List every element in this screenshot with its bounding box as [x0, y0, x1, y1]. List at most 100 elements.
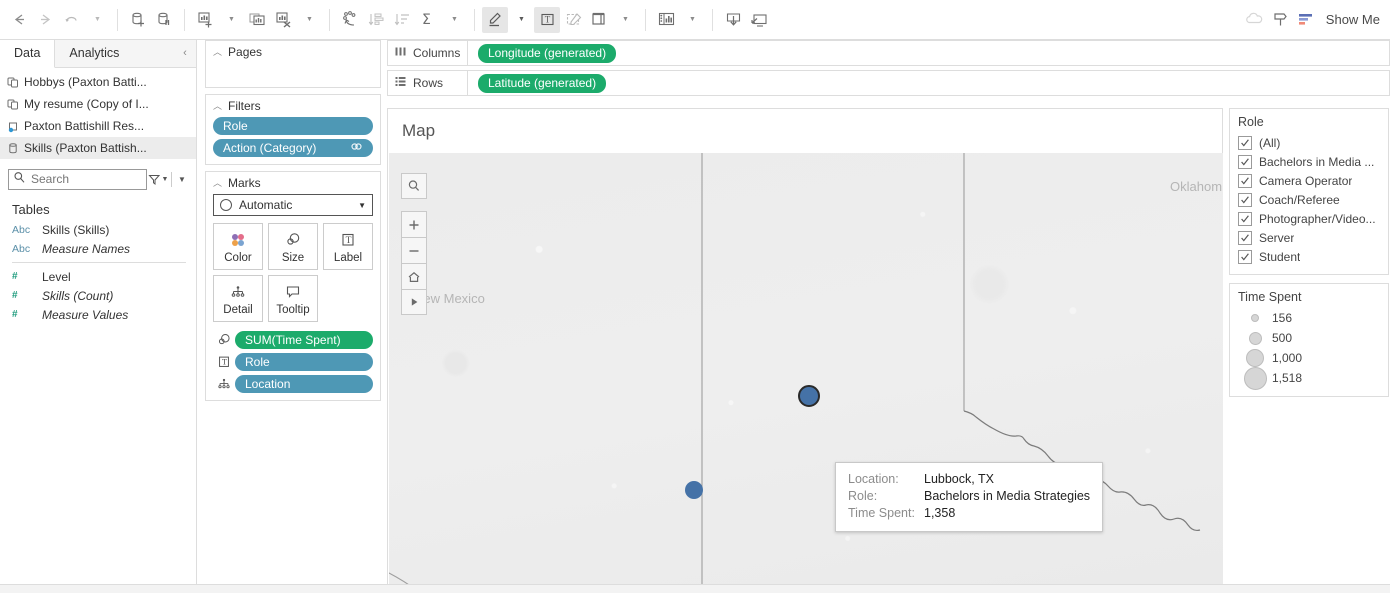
mark-type-select[interactable]: Automatic ▼	[213, 194, 373, 216]
chevron-down-icon[interactable]: ▼	[358, 201, 366, 210]
chevron-up-icon[interactable]: ︿	[213, 99, 222, 112]
marks-size-button[interactable]: Size	[268, 223, 318, 270]
map-canvas[interactable]: New Mexico Oklahom Location: Lubbock, TX…	[389, 153, 1223, 591]
sort-ascending-icon[interactable]	[363, 7, 389, 33]
clear-sheet-dropdown-icon[interactable]: ▼	[296, 7, 322, 33]
refresh-dropdown-icon[interactable]: ▼	[84, 7, 110, 33]
role-filter-item[interactable]: Coach/Referee	[1238, 190, 1380, 209]
field-item[interactable]: # Skills (Count)	[0, 286, 196, 305]
search-input[interactable]	[26, 171, 142, 187]
forward-icon[interactable]	[32, 7, 58, 33]
shelf-pill-latitude[interactable]: Latitude (generated)	[478, 73, 607, 93]
zoom-home-icon[interactable]	[401, 263, 427, 289]
field-item[interactable]: # Measure Values	[0, 305, 196, 324]
totals-icon[interactable]: Σ	[415, 7, 441, 33]
swap-rows-columns-icon[interactable]	[337, 7, 363, 33]
viz-title[interactable]: Map	[388, 109, 1222, 153]
columns-shelf-drop-area[interactable]: Longitude (generated)	[468, 43, 1389, 63]
checkbox-checked-icon[interactable]	[1238, 192, 1252, 207]
pause-auto-updates-icon[interactable]	[151, 7, 177, 33]
map-mark-selected[interactable]	[798, 385, 820, 407]
checkbox-checked-icon[interactable]	[1238, 230, 1252, 245]
field-item[interactable]: # Level	[0, 267, 196, 286]
data-source-item-selected[interactable]: Skills (Paxton Battish...	[0, 137, 196, 159]
new-worksheet-icon[interactable]	[192, 7, 218, 33]
filter-fields-icon[interactable]: ▼	[147, 173, 169, 186]
marks-card-header[interactable]: ︿ Marks	[206, 172, 380, 194]
map-search-icon[interactable]	[401, 173, 427, 199]
field-item[interactable]: Abc Skills (Skills)	[0, 220, 196, 239]
size-legend-item[interactable]: 1,000	[1238, 348, 1380, 368]
collapse-pane-icon[interactable]: ‹	[174, 40, 196, 67]
checkbox-checked-icon[interactable]	[1238, 135, 1252, 150]
map-pan-icon[interactable]	[401, 289, 427, 315]
download-icon[interactable]	[720, 7, 746, 33]
totals-dropdown-icon[interactable]: ▼	[441, 7, 467, 33]
checkbox-checked-icon[interactable]	[1238, 211, 1252, 226]
map-zoom-controls[interactable]	[401, 211, 427, 315]
size-legend-item[interactable]: 500	[1238, 328, 1380, 348]
cloud-icon[interactable]	[1242, 7, 1268, 33]
show-hide-cards-icon[interactable]	[653, 7, 679, 33]
clear-sheet-icon[interactable]	[270, 7, 296, 33]
data-source-item[interactable]: Paxton Battishill Res...	[0, 115, 196, 137]
checkbox-checked-icon[interactable]	[1238, 249, 1252, 264]
data-source-item[interactable]: Hobbys (Paxton Batti...	[0, 71, 196, 93]
fit-dropdown-icon[interactable]: ▼	[612, 7, 638, 33]
marks-color-button[interactable]: Color	[213, 223, 263, 270]
marks-detail-button[interactable]: Detail	[213, 275, 263, 322]
new-data-source-icon[interactable]	[125, 7, 151, 33]
encoding-pill-location[interactable]: Location	[235, 375, 373, 393]
encoding-pill-time-spent[interactable]: SUM(Time Spent)	[235, 331, 373, 349]
role-filter-item[interactable]: Student	[1238, 247, 1380, 266]
tab-data[interactable]: Data	[0, 40, 56, 68]
role-filter-item[interactable]: Bachelors in Media ...	[1238, 152, 1380, 171]
highlight-dropdown-icon[interactable]: ▼	[508, 7, 534, 33]
tab-analytics[interactable]: Analytics	[55, 40, 133, 67]
toolbar-right-group: Show Me	[1242, 7, 1390, 33]
rows-shelf[interactable]: Rows Latitude (generated)	[387, 70, 1390, 96]
zoom-out-icon[interactable]	[401, 237, 427, 263]
search-box[interactable]	[8, 168, 147, 190]
chevron-up-icon[interactable]: ︿	[213, 176, 222, 189]
marks-tooltip-button[interactable]: Tooltip	[268, 275, 318, 322]
back-icon[interactable]	[6, 7, 32, 33]
signpost-icon[interactable]	[1268, 7, 1294, 33]
duplicate-sheet-icon[interactable]	[244, 7, 270, 33]
columns-shelf[interactable]: Columns Longitude (generated)	[387, 40, 1390, 66]
present-mode-icon[interactable]	[746, 7, 772, 33]
sort-descending-icon[interactable]	[389, 7, 415, 33]
show-me-icon[interactable]	[1294, 7, 1320, 33]
show-mark-labels-icon[interactable]: T	[534, 6, 560, 33]
checkbox-checked-icon[interactable]	[1238, 154, 1252, 169]
role-filter-item[interactable]: Camera Operator	[1238, 171, 1380, 190]
fix-axes-icon[interactable]	[560, 7, 586, 33]
field-item[interactable]: Abc Measure Names	[0, 239, 196, 258]
map-search-control[interactable]	[401, 173, 427, 199]
refresh-data-source-icon[interactable]	[58, 7, 84, 33]
role-filter-item[interactable]: Server	[1238, 228, 1380, 247]
pages-card-header[interactable]: ︿ Pages	[206, 41, 380, 63]
show-me-label[interactable]: Show Me	[1326, 12, 1380, 27]
role-filter-item-all[interactable]: (All)	[1238, 133, 1380, 152]
role-filter-item[interactable]: Photographer/Video...	[1238, 209, 1380, 228]
size-legend-item[interactable]: 1,518	[1238, 366, 1380, 390]
rows-shelf-drop-area[interactable]: Latitude (generated)	[468, 73, 1389, 93]
filters-card-header[interactable]: ︿ Filters	[206, 95, 380, 117]
filter-pill-action-category[interactable]: Action (Category)	[213, 139, 373, 157]
new-worksheet-dropdown-icon[interactable]: ▼	[218, 7, 244, 33]
zoom-in-icon[interactable]	[401, 211, 427, 237]
size-legend-item[interactable]: 156	[1238, 308, 1380, 328]
highlight-icon[interactable]	[482, 6, 508, 33]
encoding-pill-role[interactable]: Role	[235, 353, 373, 371]
show-hide-cards-dropdown-icon[interactable]: ▼	[679, 7, 705, 33]
field-options-dropdown-icon[interactable]: ▼	[174, 175, 190, 184]
checkbox-checked-icon[interactable]	[1238, 173, 1252, 188]
data-source-item[interactable]: My resume (Copy of I...	[0, 93, 196, 115]
chevron-up-icon[interactable]: ︿	[213, 45, 222, 58]
fit-selector-icon[interactable]	[586, 7, 612, 33]
filter-pill-role[interactable]: Role	[213, 117, 373, 135]
shelf-pill-longitude[interactable]: Longitude (generated)	[478, 43, 617, 63]
marks-label-button[interactable]: T Label	[323, 223, 373, 270]
map-mark[interactable]	[685, 481, 703, 499]
